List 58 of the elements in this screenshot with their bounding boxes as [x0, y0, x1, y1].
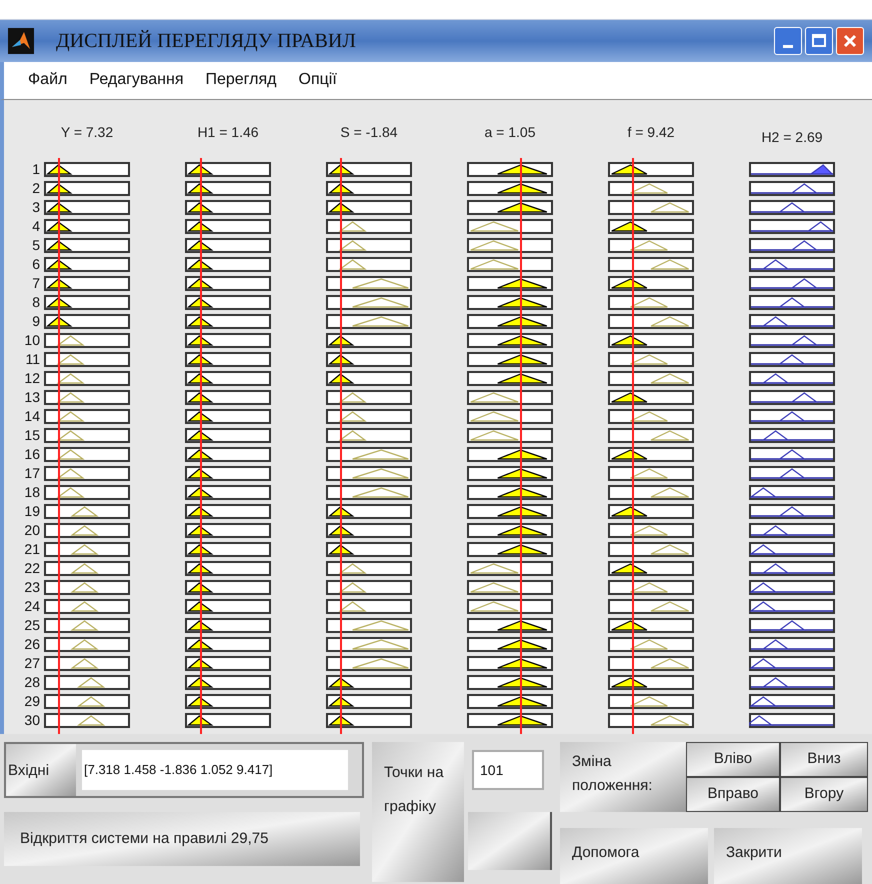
rule-number: 24 — [23, 598, 41, 614]
variable-label: a = 1.05 — [484, 122, 536, 142]
variable-label: H2 = 2.69 — [761, 128, 823, 147]
rule-number: 6 — [31, 256, 41, 272]
variable-label: S = -1.84 — [340, 122, 398, 142]
rule-number: 15 — [23, 428, 41, 443]
rule-number: 27 — [23, 656, 41, 671]
menu-item[interactable]: Редагування — [89, 68, 184, 92]
rule-number: 23 — [23, 580, 41, 595]
rule-number: 11 — [24, 352, 41, 367]
rule-number: 25 — [23, 618, 41, 633]
rule-number: 18 — [23, 484, 41, 500]
rule-number: 2 — [31, 180, 41, 196]
window-title: ДИСПЛЕЙ ПЕРЕГЛЯДУ ПРАВИЛ — [56, 28, 356, 54]
rule-number: 7 — [31, 276, 41, 291]
rule-number: 22 — [23, 560, 41, 576]
rule-number: 3 — [31, 200, 41, 215]
move-label: Зміна положення: — [560, 742, 686, 812]
rule-number: 28 — [23, 674, 41, 690]
rule-number: 29 — [23, 694, 41, 709]
rule-number: 16 — [23, 446, 41, 462]
rule-number: 26 — [23, 636, 41, 652]
menu-item[interactable]: Перегляд — [205, 68, 276, 92]
close-button[interactable] — [836, 26, 864, 55]
rule-number: 21 — [23, 542, 41, 557]
menu-item[interactable]: Опції — [298, 68, 337, 92]
rule-number: 14 — [23, 408, 41, 424]
app-logo-icon — [8, 28, 34, 54]
move-button[interactable]: Вправо — [686, 777, 780, 812]
rule-number: 8 — [31, 294, 41, 310]
maximize-button[interactable] — [805, 26, 833, 55]
points-label: Точки на графіку — [372, 742, 464, 882]
rule-number: 20 — [23, 522, 41, 538]
rule-number: 30 — [23, 712, 41, 728]
move-button[interactable]: Вгору — [780, 777, 868, 812]
rule-number: 19 — [23, 504, 41, 519]
rule-number: 12 — [23, 370, 41, 386]
variable-label: f = 9.42 — [627, 122, 675, 142]
close-icon — [843, 34, 857, 48]
rule-number: 9 — [31, 314, 41, 329]
status-message: Відкриття системи на правилі 29,75 — [4, 812, 360, 866]
rule-number: 10 — [23, 332, 41, 348]
variable-label: H1 = 1.46 — [197, 122, 259, 142]
inputs-label: Вхідні — [6, 744, 76, 796]
move-button[interactable]: Вліво — [686, 742, 780, 777]
rule-number: 1 — [31, 162, 41, 177]
minimize-button[interactable] — [774, 26, 802, 55]
move-button[interactable]: Вниз — [780, 742, 868, 777]
rule-number: 4 — [31, 218, 41, 234]
points-field[interactable]: 101 — [472, 750, 544, 790]
action-button[interactable]: Допомога — [560, 828, 708, 884]
action-button[interactable]: Закрити — [714, 828, 862, 884]
inputs-field[interactable]: [7.318 1.458 -1.836 1.052 9.417] — [82, 750, 348, 790]
variable-label: Y = 7.32 — [60, 122, 114, 142]
rule-number: 13 — [23, 390, 41, 405]
menu-item[interactable]: Файл — [28, 68, 68, 92]
rule-number: 5 — [31, 238, 41, 253]
rule-number: 17 — [23, 466, 41, 481]
